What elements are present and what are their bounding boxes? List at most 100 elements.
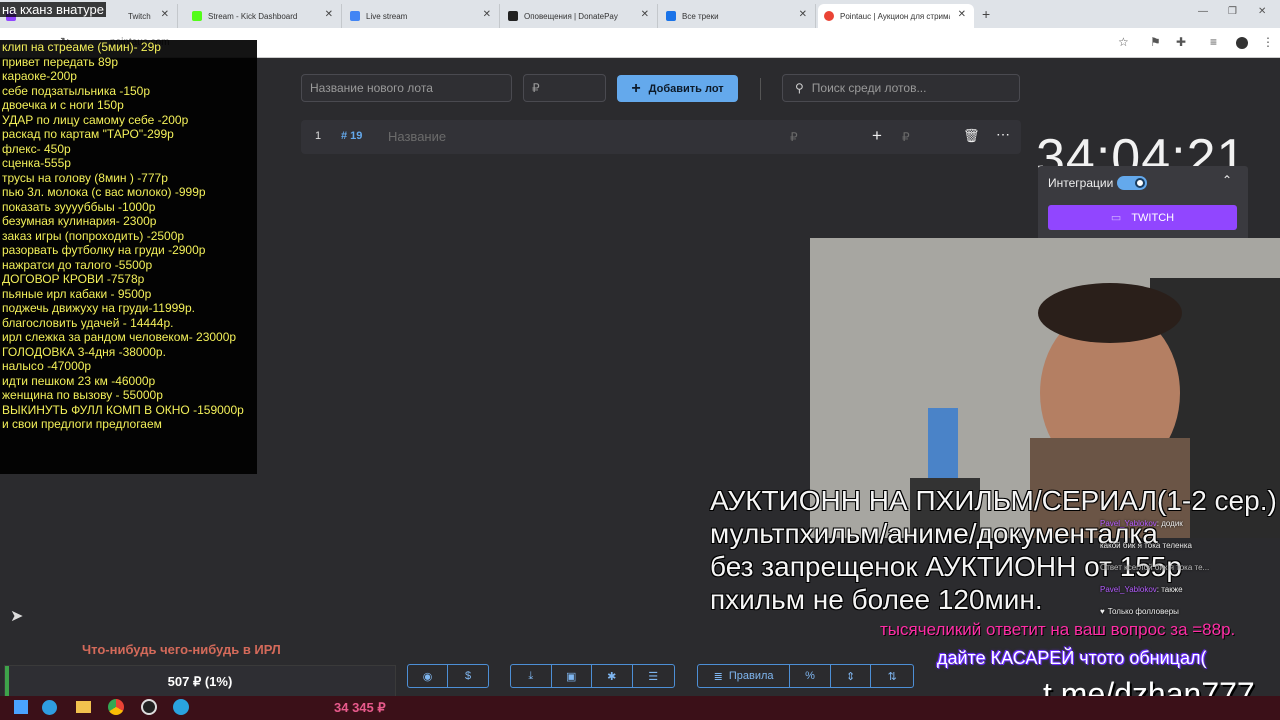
search-placeholder: Поиск среди лотов... [811,81,927,95]
close-icon[interactable]: ✕ [641,9,649,20]
toolbar-actions: ⤓ ▣ ✱ ☰ [510,664,675,688]
percent-icon[interactable]: % [790,665,831,687]
close-icon[interactable]: ✕ [325,9,333,20]
maximize-icon[interactable]: ❐ [1228,6,1237,17]
telegram-icon[interactable] [173,699,189,715]
price-list-item: благословить удачей - 14444р. [2,315,174,330]
add-amount-input[interactable]: ₽ [902,130,910,144]
price-list-item: ирл слежка за рандом человеком- 23000р [2,330,237,344]
tab-label: Оповещения | DonatePay [524,11,618,21]
download-icon[interactable]: ⤓ [511,665,552,687]
kick-icon [192,11,202,21]
dollar-icon[interactable]: $ [448,665,488,687]
donatepay-icon [508,11,518,21]
tab-donatepay[interactable]: Оповещения | DonatePay ✕ [502,4,658,28]
total-sum: 34 345 ₽ [334,700,386,715]
new-tab-button[interactable]: + [982,6,990,22]
price-list: клип на стреаме (5мин)- 29р привет перед… [0,40,257,474]
price-list-item: поджечь движуху на груди-11999р. [2,301,195,315]
search-icon: ⚲ [795,81,804,95]
lot-row: 1 # 19 Название ₽ + ₽ 🗑 ⋯ [301,120,1021,154]
price-list-item: пью 3л. молока (с вас молоко) -999р [2,185,206,199]
browser-tab-bar: Twitch ✕ Stream - Kick Dashboard ✕ Live … [0,0,1280,28]
price-list-item: заказ игры (попроходить) -2500р [2,228,185,243]
more-icon[interactable]: ⋯ [996,126,1010,143]
lot-index: 1 [315,130,322,142]
list-icon[interactable]: ≡ [1210,35,1217,49]
chat-text: какой бик я тока теленка [1100,540,1192,550]
extension-icon[interactable]: ⚑ [1150,35,1161,49]
price-list-item: безумная кулинария- 2300р [2,214,157,228]
bug-icon[interactable]: ✱ [592,665,633,687]
stream-caption: на кханз внатуре [0,2,106,17]
search-input[interactable]: ⚲ Поиск среди лотов... [782,74,1020,102]
tab-kick[interactable]: Stream - Kick Dashboard ✕ [186,4,342,28]
add-lot-label: Добавить лот [648,82,724,95]
split-icon[interactable]: ⇕ [831,665,872,687]
close-icon[interactable]: ✕ [799,9,807,20]
chat-overlay: Pavel_Yablokov : додик какой бик я тока … [1100,512,1270,622]
chat-message: Pavel_Yablokov : додик [1100,512,1270,534]
github-icon[interactable]: ◉ [408,665,449,687]
trash-icon[interactable]: 🗑 [963,128,980,144]
price-list-item: привет передать 89р [2,54,118,69]
close-icon[interactable]: ✕ [161,9,169,20]
price-list-item: пьяные ирл кабаки - 9500р [2,286,152,301]
amount-input[interactable]: ₽ [523,74,606,102]
windows-start-icon[interactable] [14,700,28,714]
close-icon[interactable]: ✕ [483,9,491,20]
integrations-toggle[interactable] [1117,176,1147,190]
price-list-item: УДАР по лицу самому себе -200р [2,112,189,127]
tab-live-stream[interactable]: Live stream ✕ [344,4,500,28]
avatar[interactable] [1236,37,1248,49]
chat-text: : додик [1156,518,1183,528]
new-lot-input[interactable]: Название нового лота [301,74,512,102]
price-list-item: разорвать футболку на груди -2900р [2,243,206,257]
tracks-icon [666,11,676,21]
tab-tracks[interactable]: Все треки ✕ [660,4,816,28]
price-list-item: караоке-200р [2,69,77,83]
price-list-item: ВЫКИНУТЬ ФУЛЛ КОМП В ОКНО -159000р [2,402,244,417]
obs-icon[interactable] [141,699,157,715]
twitch-label: TWITCH [1131,211,1175,224]
star-icon[interactable]: ☆ [1118,35,1129,49]
tab-pointauc[interactable]: Pointauc | Аукцион для стрима ✕ [818,4,974,28]
price-list-item: себе подзатыльника -150р [2,83,151,98]
clear-list-icon[interactable]: ☰ [633,665,674,687]
price-list-item: раскад по картам "ТАРО"-299р [2,127,174,141]
request-caption: дайте КАСАРЕЙ чтото обницал( [937,648,1207,668]
chat-message: Pavel_Yablokov : также [1100,578,1270,600]
chat-text: Ответ ксеглой бик я тока те... [1100,562,1210,572]
chrome-icon[interactable] [108,699,124,715]
tab-label: Все треки [682,11,719,21]
sort-icon[interactable]: ⇅ [871,665,913,687]
lot-amount-input[interactable]: ₽ [790,130,798,144]
chevron-up-icon[interactable]: ⌃ [1222,173,1232,187]
price-list-item: флекс- 450р [2,141,71,156]
price-list-item: женщина по вызову - 55000р [2,388,163,402]
price-list-item: ДОГОВОР КРОВИ -7578р [2,272,145,286]
puzzle-icon[interactable]: ✚ [1176,35,1186,49]
save-icon[interactable]: ▣ [552,665,592,687]
minimize-icon[interactable]: — [1198,6,1208,17]
rules-label: Правила [728,670,774,682]
add-lot-button[interactable]: + Добавить лот [617,75,738,102]
price-list-item: ГОЛОДОВКА 3-4дня -38000р. [2,344,166,359]
chat-message: Ответ ксеглой бик я тока те... [1100,556,1270,578]
folder-icon[interactable] [76,701,91,713]
send-icon[interactable]: ➤ [10,606,23,626]
edge-icon[interactable] [42,700,57,715]
menu-icon[interactable]: ⋮ [1262,35,1274,49]
heart-icon: ♥ [1100,606,1105,616]
add-amount-icon[interactable]: + [872,126,882,146]
twitch-icon: ▭ [1110,212,1122,224]
twitch-button[interactable]: ▭ TWITCH [1048,205,1237,230]
price-list-item: нажратси до талого -5500р [2,257,153,272]
toggle-knob [1135,178,1145,188]
lot-name-input[interactable]: Название [388,129,446,144]
price-list-item: налысо -47000р [2,359,92,373]
close-window-icon[interactable]: ✕ [1258,6,1266,17]
close-icon[interactable]: ✕ [958,9,966,20]
chat-user: Pavel_Yablokov [1100,518,1157,528]
rules-button[interactable]: ≣ Правила [698,665,791,687]
